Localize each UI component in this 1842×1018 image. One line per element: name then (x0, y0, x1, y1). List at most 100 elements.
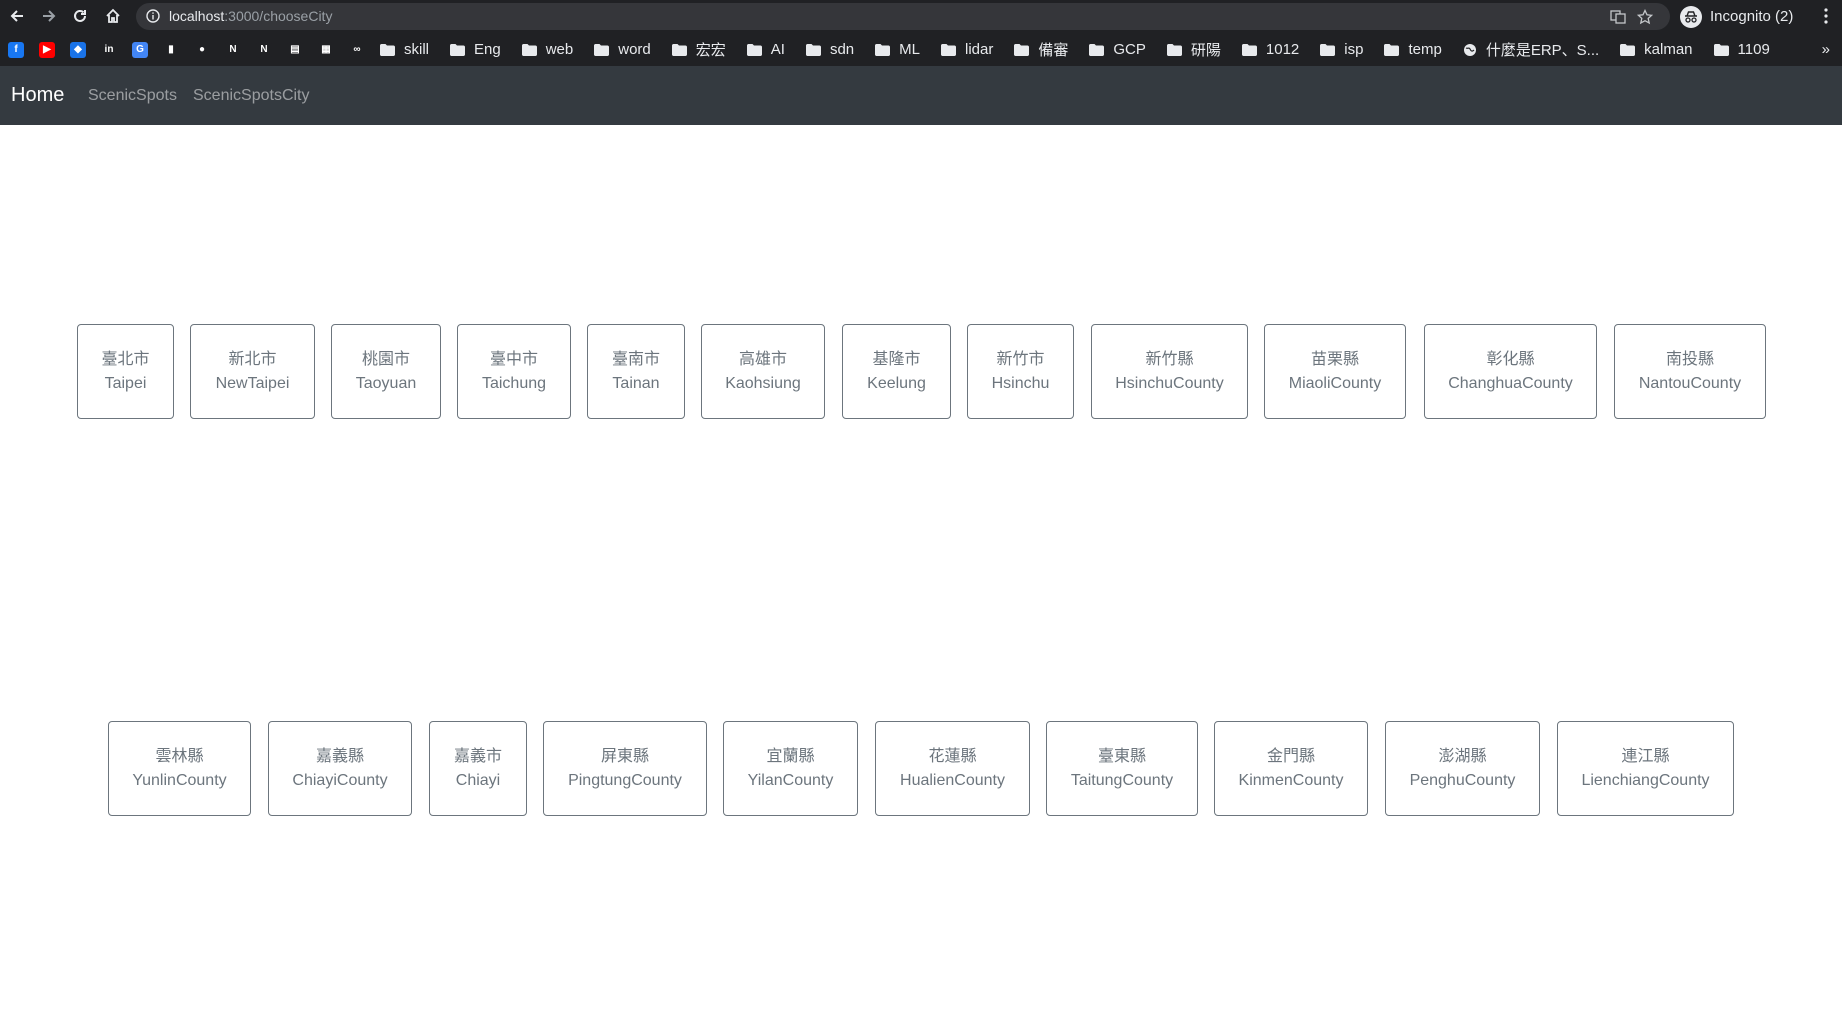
city-button-changhuacounty[interactable]: 彰化縣 ChanghuaCounty (1424, 324, 1597, 419)
city-button-hsinchucounty[interactable]: 新竹縣 HsinchuCounty (1091, 324, 1248, 419)
city-name-en: YilanCounty (747, 771, 834, 789)
folder-icon (1014, 43, 1030, 56)
folder-icon (875, 43, 891, 56)
city-button-kinmencounty[interactable]: 金門縣 KinmenCounty (1214, 721, 1368, 816)
bookmark-label: 研陽 (1190, 42, 1221, 59)
link-icon[interactable]: ∞ (349, 41, 365, 58)
bookmark-label: 宏宏 (695, 42, 726, 59)
city-name-en: Taoyuan (355, 374, 417, 392)
nav-link-scenicspots[interactable]: ScenicSpots (88, 87, 177, 105)
city-button-nantoucounty[interactable]: 南投縣 NantouCounty (1614, 324, 1766, 419)
city-button-hualiencounty[interactable]: 花蓮縣 HualienCounty (875, 721, 1030, 816)
city-button-hsinchu[interactable]: 新竹市 Hsinchu (967, 324, 1074, 419)
city-button-tainan[interactable]: 臺南市 Tainan (587, 324, 685, 419)
city-button-yilancounty[interactable]: 宜蘭縣 YilanCounty (723, 721, 858, 816)
bookmark-item[interactable]: ML (875, 41, 920, 58)
github-icon[interactable]: ● (194, 41, 210, 58)
city-button-chiayicounty[interactable]: 嘉義縣 ChiayiCounty (268, 721, 412, 816)
bookmark-item[interactable]: isp (1320, 41, 1363, 58)
bookmark-item[interactable]: kalman (1620, 41, 1693, 58)
bookmark-item[interactable]: 宏宏 (671, 39, 726, 60)
city-name-zh: 新竹市 (996, 350, 1045, 368)
city-button-newtaipei[interactable]: 新北市 NewTaipei (190, 324, 315, 419)
bookmark-item[interactable]: skill (380, 41, 429, 58)
city-button-taipei[interactable]: 臺北市 Taipei (77, 324, 174, 419)
city-name-zh: 雲林縣 (155, 747, 204, 765)
notion-icon[interactable]: N (225, 41, 241, 58)
bookmark-item[interactable]: 1109 (1713, 41, 1770, 58)
city-button-taichung[interactable]: 臺中市 Taichung (457, 324, 571, 419)
browser-menu-icon[interactable] (1816, 5, 1836, 27)
city-button-keelung[interactable]: 基隆市 Keelung (842, 324, 951, 419)
bookmark-item[interactable]: lidar (940, 41, 993, 58)
folder-icon (1089, 43, 1105, 56)
printer-icon[interactable]: ▤ (287, 41, 303, 58)
home-button[interactable] (101, 4, 125, 28)
city-name-zh: 連江縣 (1621, 747, 1670, 765)
forward-button[interactable] (37, 4, 61, 28)
bookmark-item[interactable]: Eng (450, 41, 501, 58)
city-button-kaohsiung[interactable]: 高雄市 Kaohsiung (701, 324, 825, 419)
city-name-zh: 苗栗縣 (1310, 350, 1359, 368)
back-button[interactable] (5, 4, 29, 28)
bookmark-item[interactable]: 1012 (1241, 41, 1299, 58)
bookmarks-overflow-button[interactable]: » (1822, 41, 1830, 58)
translate-icon[interactable]: G (132, 41, 148, 58)
city-name-zh: 嘉義縣 (315, 747, 364, 765)
city-name-en: HsinchuCounty (1115, 374, 1224, 392)
city-name-en: Chiayi (455, 771, 501, 789)
city-button-chiayi[interactable]: 嘉義市 Chiayi (429, 721, 527, 816)
incognito-icon (1680, 5, 1702, 28)
city-name-en: NantouCounty (1638, 374, 1742, 392)
bookmark-label: Eng (474, 41, 501, 58)
bookmark-item[interactable]: sdn (805, 41, 855, 58)
document-icon[interactable]: ▮ (163, 41, 179, 58)
bookmark-label: isp (1344, 41, 1364, 58)
bookmark-label: skill (404, 41, 429, 58)
bookmark-item[interactable]: AI (746, 41, 785, 58)
invision-icon[interactable]: in (101, 41, 117, 58)
bookmark-item[interactable]: 什麼是ERP、S... (1463, 39, 1599, 60)
city-button-yunlincounty[interactable]: 雲林縣 YunlinCounty (108, 721, 251, 816)
bookmark-item[interactable]: web (521, 41, 573, 58)
shield-icon[interactable]: ◆ (70, 41, 86, 58)
city-button-taitungcounty[interactable]: 臺東縣 TaitungCounty (1046, 721, 1198, 816)
city-row-2: 雲林縣 YunlinCounty 嘉義縣 ChiayiCounty 嘉義市 Chiayi 屏… (0, 721, 1842, 818)
youtube-icon[interactable]: ▶ (39, 41, 55, 58)
city-name-en: ChiayiCounty (292, 771, 388, 789)
facebook-icon[interactable]: f (8, 41, 24, 58)
bookmark-item[interactable]: temp (1384, 41, 1442, 58)
city-name-zh: 澎湖縣 (1438, 747, 1487, 765)
city-button-taoyuan[interactable]: 桃園市 Taoyuan (331, 324, 441, 419)
home-link[interactable]: Home (11, 84, 64, 107)
incognito-badge[interactable]: Incognito (2) (1680, 3, 1793, 30)
bookmark-label: 備審 (1038, 42, 1069, 59)
folder-icon (594, 43, 610, 56)
bookmark-item[interactable]: 研陽 (1166, 39, 1221, 60)
bookmark-item[interactable]: GCP (1089, 41, 1146, 58)
info-icon[interactable] (146, 9, 160, 23)
bookmark-label: AI (770, 41, 785, 58)
city-name-en: Hsinchu (991, 374, 1050, 392)
bookmark-item[interactable]: 備審 (1014, 39, 1068, 60)
city-name-en: TaitungCounty (1070, 771, 1174, 789)
city-button-penghucounty[interactable]: 澎湖縣 PenghuCounty (1385, 721, 1540, 816)
translate-icon[interactable] (1609, 8, 1627, 26)
folder-icon (521, 43, 537, 56)
netflix-icon[interactable]: N (256, 41, 272, 58)
city-button-pingtungcounty[interactable]: 屏東縣 PingtungCounty (543, 721, 707, 816)
url-text[interactable]: localhost:3000/chooseCity (169, 8, 332, 24)
city-button-lienchiangcounty[interactable]: 連江縣 LienchiangCounty (1557, 721, 1734, 816)
city-name-zh: 花蓮縣 (928, 747, 977, 765)
nav-link-scenicspotscity[interactable]: ScenicSpotsCity (193, 87, 310, 105)
folder-icon (1320, 43, 1336, 56)
folder-icon (1620, 43, 1636, 56)
city-name-en: YunlinCounty (132, 771, 227, 789)
reload-button[interactable] (68, 4, 92, 28)
bookmark-star-icon[interactable] (1636, 8, 1654, 26)
bus-icon[interactable]: ▦ (318, 41, 334, 58)
address-bar[interactable]: localhost:3000/chooseCity (136, 3, 1670, 30)
bookmark-label: sdn (829, 41, 855, 58)
bookmark-item[interactable]: word (594, 41, 651, 58)
city-button-miaolicounty[interactable]: 苗栗縣 MiaoliCounty (1264, 324, 1406, 419)
